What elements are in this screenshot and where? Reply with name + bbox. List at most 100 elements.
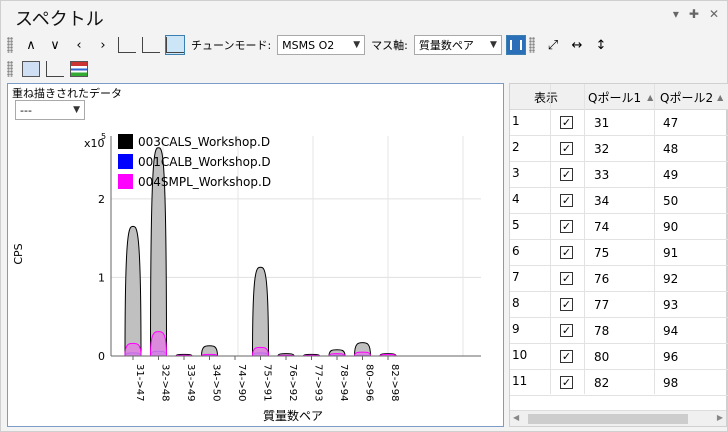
y-tick-label: 0 — [98, 350, 105, 363]
table-row[interactable]: 1 ✓ 31 47 — [510, 110, 728, 136]
table-row[interactable]: 11 ✓ 82 98 — [510, 370, 728, 396]
overlay-icon[interactable] — [21, 59, 41, 79]
q2-cell[interactable]: 92 — [663, 272, 678, 286]
window-title: スペクトル — [15, 9, 104, 30]
q1-cell[interactable]: 75 — [594, 246, 609, 260]
q2-cell[interactable]: 49 — [663, 168, 678, 182]
spectrum-chart[interactable]: 31->47 32->48 33->49 34->50 74->90 75->91 76->… — [8, 84, 503, 426]
peak-label-icon[interactable] — [117, 35, 137, 55]
table-view-icon[interactable] — [69, 59, 89, 79]
q1-cell[interactable]: 33 — [594, 168, 609, 182]
bar-chart-icon[interactable] — [505, 35, 526, 55]
toolbar-grip[interactable] — [529, 37, 535, 53]
chevron-right-icon[interactable]: › — [93, 35, 113, 55]
scroll-left-icon[interactable]: ◀ — [513, 413, 519, 422]
row-number: 8 — [512, 296, 520, 310]
chevron-left-icon[interactable]: ‹ — [69, 35, 89, 55]
x-tick-label: 75->91 — [262, 364, 273, 401]
peak-0-0[interactable] — [124, 225, 142, 357]
chevron-down-icon[interactable]: ∨ — [45, 35, 65, 55]
q2-cell[interactable]: 91 — [663, 246, 678, 260]
show-checkbox[interactable]: ✓ — [560, 298, 573, 311]
table-row[interactable]: 4 ✓ 34 50 — [510, 188, 728, 214]
peak-0-5[interactable] — [251, 266, 270, 357]
q1-cell[interactable]: 76 — [594, 272, 609, 286]
show-checkbox[interactable]: ✓ — [560, 246, 573, 259]
header-q1-label: Qポール1 — [588, 90, 642, 105]
table-row[interactable]: 7 ✓ 76 92 — [510, 266, 728, 292]
toolbar-grip[interactable] — [7, 61, 13, 77]
show-checkbox[interactable]: ✓ — [560, 220, 573, 233]
show-checkbox[interactable]: ✓ — [560, 142, 573, 155]
q2-cell[interactable]: 94 — [663, 324, 678, 338]
toolbar-secondary — [7, 57, 89, 81]
mass-axis-select[interactable]: 質量数ペア ▼ — [413, 35, 502, 55]
peak-value-icon[interactable] — [141, 35, 161, 55]
scroll-right-icon[interactable]: ▶ — [717, 413, 723, 422]
legend-entry: 001CALB_Workshop.D — [138, 155, 271, 169]
header-q2-label: Qポール2 — [660, 90, 714, 105]
show-checkbox[interactable]: ✓ — [560, 116, 573, 129]
window-controls: ▾ ✚ ✕ — [673, 7, 719, 21]
q1-cell[interactable]: 31 — [594, 116, 609, 130]
table-row[interactable]: 10 ✓ 80 96 — [510, 344, 728, 370]
horizontal-fit-icon[interactable]: ↔ — [567, 35, 587, 55]
q2-cell[interactable]: 48 — [663, 142, 678, 156]
table-row[interactable]: 8 ✓ 77 93 — [510, 292, 728, 318]
q2-cell[interactable]: 93 — [663, 298, 678, 312]
toolbar-grip[interactable] — [7, 37, 13, 53]
q1-cell[interactable]: 32 — [594, 142, 609, 156]
mass-axis-value: 質量数ペア — [418, 39, 474, 52]
zoom-fit-icon[interactable]: ⤢ — [543, 35, 563, 55]
sort-up-icon: ▲ — [647, 92, 654, 102]
q2-cell[interactable]: 50 — [663, 194, 678, 208]
peak-2-9[interactable] — [353, 351, 372, 357]
show-checkbox[interactable]: ✓ — [560, 324, 573, 337]
row-number: 2 — [512, 140, 520, 154]
spectrum-view-icon[interactable] — [165, 35, 185, 55]
row-number: 7 — [512, 270, 520, 284]
tune-mode-select[interactable]: MSMS O2 ▼ — [277, 35, 366, 55]
peak-2-1[interactable] — [149, 331, 168, 357]
line-chart-icon[interactable] — [45, 59, 65, 79]
q1-cell[interactable]: 34 — [594, 194, 609, 208]
table-row[interactable]: 3 ✓ 33 49 — [510, 162, 728, 188]
row-number: 3 — [512, 166, 520, 180]
row-number: 1 — [512, 114, 520, 128]
show-checkbox[interactable]: ✓ — [560, 376, 573, 389]
x-tick-labels: 31->47 32->48 33->49 34->50 74->90 75->91 76->… — [132, 356, 400, 401]
q2-cell[interactable]: 47 — [663, 116, 678, 130]
q2-cell[interactable]: 98 — [663, 376, 678, 390]
q2-cell[interactable]: 96 — [663, 350, 678, 364]
x-axis-label: 質量数ペア — [263, 408, 323, 423]
header-show[interactable]: 表示 — [534, 84, 584, 110]
table-row[interactable]: 6 ✓ 75 91 — [510, 240, 728, 266]
table-row[interactable]: 2 ✓ 32 48 — [510, 136, 728, 162]
table-row[interactable]: 5 ✓ 74 90 — [510, 214, 728, 240]
show-checkbox[interactable]: ✓ — [560, 194, 573, 207]
q1-cell[interactable]: 78 — [594, 324, 609, 338]
pin-icon[interactable]: ✚ — [689, 7, 699, 21]
q1-cell[interactable]: 82 — [594, 376, 609, 390]
q1-cell[interactable]: 80 — [594, 350, 609, 364]
chevron-up-icon[interactable]: ∧ — [21, 35, 41, 55]
row-number: 6 — [512, 244, 520, 258]
header-q1[interactable]: Qポール1 ▲ — [588, 84, 658, 110]
dropdown-icon[interactable]: ▾ — [673, 7, 679, 21]
x-tick-label: 74->90 — [236, 364, 247, 401]
table-row[interactable]: 9 ✓ 78 94 — [510, 318, 728, 344]
q1-cell[interactable]: 77 — [594, 298, 609, 312]
peak-2-0[interactable] — [124, 342, 142, 357]
close-icon[interactable]: ✕ — [709, 7, 719, 21]
peak-2-5[interactable] — [251, 346, 270, 357]
header-q2[interactable]: Qポール2 ▲ — [660, 84, 728, 110]
horizontal-scrollbar[interactable]: ◀ ▶ — [510, 410, 726, 426]
q2-cell[interactable]: 90 — [663, 220, 678, 234]
show-checkbox[interactable]: ✓ — [560, 272, 573, 285]
q1-cell[interactable]: 74 — [594, 220, 609, 234]
show-checkbox[interactable]: ✓ — [560, 168, 573, 181]
show-checkbox[interactable]: ✓ — [560, 350, 573, 363]
scroll-thumb[interactable] — [528, 414, 688, 424]
vertical-fit-icon[interactable]: ↕ — [591, 35, 611, 55]
x-tick-label: 34->50 — [211, 364, 222, 401]
